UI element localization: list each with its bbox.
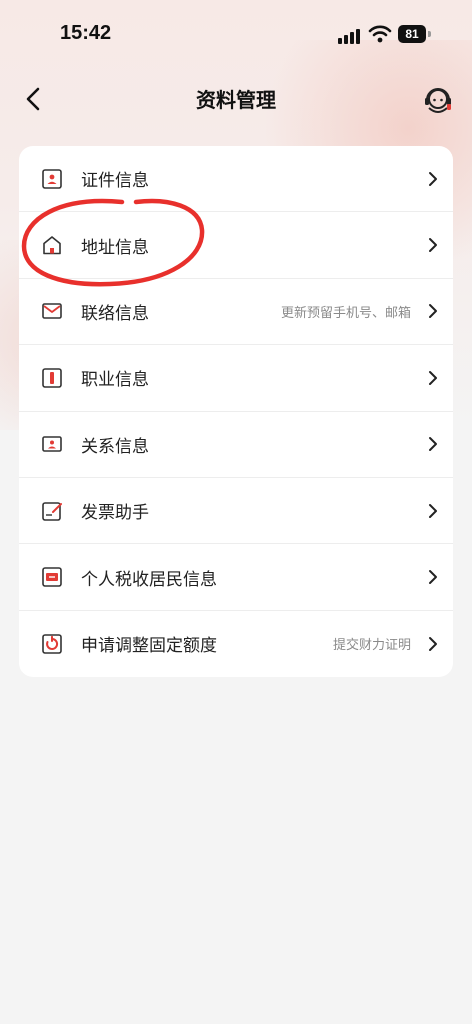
limit-gauge-icon	[42, 634, 62, 654]
menu-item-label: 关系信息	[81, 436, 149, 457]
wifi-icon	[368, 25, 392, 43]
menu-item-label: 个人税收居民信息	[81, 569, 217, 590]
menu-item-id-info[interactable]: 证件信息	[19, 146, 453, 213]
menu-item-hint: 提交财力证明	[332, 638, 411, 654]
chevron-right-icon	[429, 370, 437, 385]
customer-service-icon[interactable]	[420, 82, 456, 118]
chevron-right-icon	[429, 171, 437, 186]
chevron-right-icon	[429, 304, 437, 319]
menu-item-label: 申请调整固定额度	[81, 636, 217, 657]
chevron-right-icon	[429, 636, 437, 651]
chevron-right-icon	[429, 238, 437, 253]
nav-bar: 资料管理	[0, 76, 472, 122]
contact-card-icon	[42, 436, 62, 453]
menu-item-label: 证件信息	[81, 171, 149, 192]
tax-icon	[42, 567, 62, 587]
menu-item-tax-residency[interactable]: 个人税收居民信息	[19, 544, 453, 611]
briefcase-icon	[42, 368, 62, 388]
menu-item-credit-limit-adjust[interactable]: 申请调整固定额度 提交财力证明	[19, 611, 453, 677]
menu-item-address-info[interactable]: 地址信息	[19, 212, 453, 279]
home-icon	[43, 236, 61, 255]
menu-item-relationship-info[interactable]: 关系信息	[19, 412, 453, 478]
id-card-icon	[42, 168, 62, 189]
mail-icon	[42, 303, 62, 320]
menu-item-label: 发票助手	[81, 503, 149, 524]
menu-item-label: 联络信息	[81, 303, 149, 324]
page-title: 资料管理	[196, 88, 276, 112]
chevron-right-icon	[429, 503, 437, 518]
menu-item-occupation-info[interactable]: 职业信息	[19, 345, 453, 412]
chevron-right-icon	[429, 437, 437, 452]
battery-tip	[428, 31, 431, 37]
chevron-right-icon	[429, 570, 437, 585]
menu-item-contact-info[interactable]: 联络信息 更新预留手机号、邮箱	[19, 279, 453, 346]
invoice-icon	[42, 501, 62, 521]
menu-item-label: 地址信息	[81, 237, 149, 258]
battery-icon: 81	[398, 25, 426, 43]
menu-item-label: 职业信息	[81, 370, 149, 391]
status-bar: 15:42 81	[0, 0, 472, 70]
menu-item-invoice-assistant[interactable]: 发票助手	[19, 478, 453, 545]
menu-item-hint: 更新预留手机号、邮箱	[280, 305, 411, 321]
profile-menu-card: 证件信息 地址信息 联络信息 更新预留手机号、邮箱 职业信息 关系信息 发票助手…	[19, 146, 453, 677]
status-time: 15:42	[60, 22, 112, 44]
signal-icon	[338, 28, 364, 44]
